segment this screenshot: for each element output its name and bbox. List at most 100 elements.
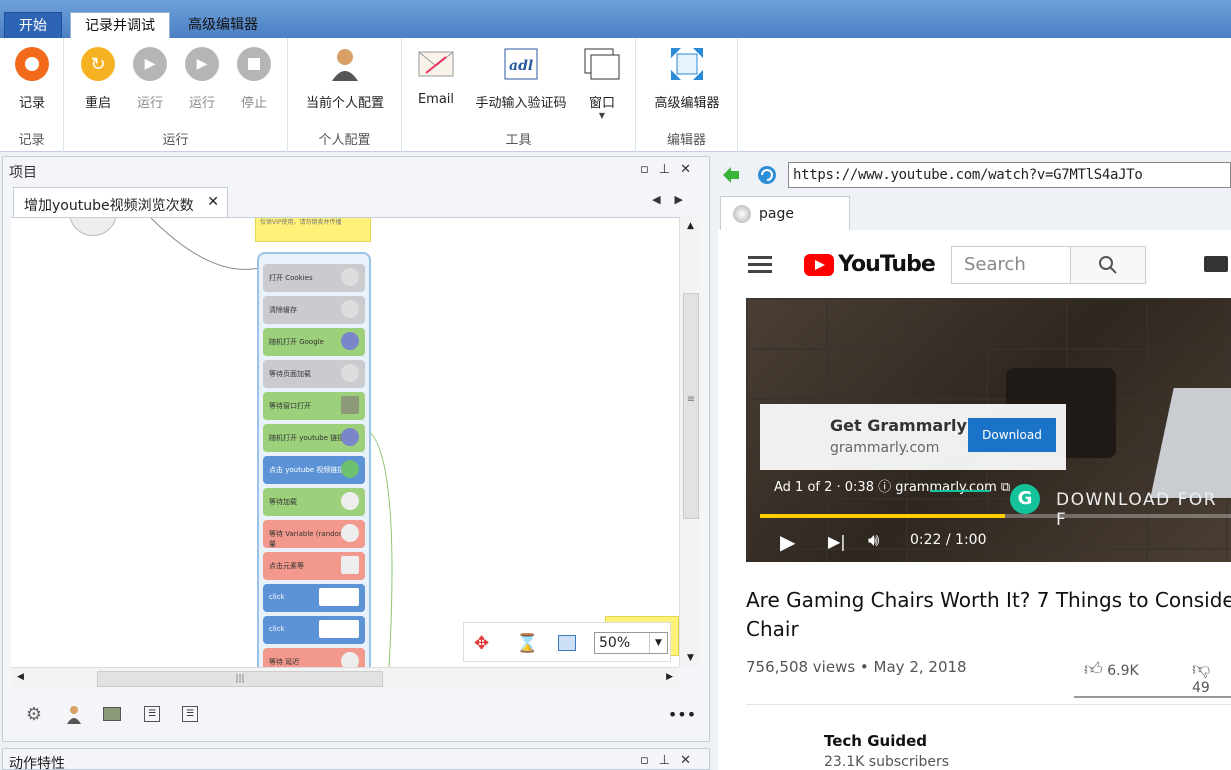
prop-pane-controls: ▫⊥✕ — [640, 753, 701, 768]
list-numbered-icon[interactable]: ☰ — [179, 703, 201, 725]
doc-tab-label: 增加youtube视频浏览次数 — [24, 198, 194, 214]
keyboard-icon — [341, 556, 359, 574]
run-button[interactable]: ▶ 运行 — [120, 46, 180, 111]
ad-info[interactable]: Ad 1 of 2 · 0:38 ⓘ grammarly.com ⧉ — [774, 476, 1010, 495]
action-node[interactable]: click — [263, 616, 365, 644]
tab-next-icon[interactable]: ▶ — [675, 193, 697, 206]
clock-icon — [341, 524, 359, 542]
sticky-note[interactable]: 仅供VIP使用，请勿倒卖并传播 — [255, 218, 371, 242]
tab-record-debug[interactable]: 记录并调试 — [70, 12, 170, 38]
current-profile-button[interactable]: 当前个人配置 — [295, 46, 395, 111]
search-button[interactable] — [1070, 246, 1146, 284]
project-pane-title: 项目 — [9, 165, 37, 181]
user-icon — [327, 46, 363, 82]
email-button[interactable]: Email — [406, 46, 466, 107]
settings-gear-icon[interactable]: ⚙ — [23, 703, 45, 725]
ad-title: Get Grammarly — [830, 416, 967, 435]
create-video-icon[interactable] — [1204, 256, 1228, 272]
action-node[interactable]: 等待 Variable (random) 变量 — [263, 520, 365, 548]
stop-button[interactable]: 停止 — [224, 46, 284, 111]
dice-icon — [341, 492, 359, 510]
ad-download-button[interactable]: Download — [968, 418, 1056, 452]
run-label: 运行 — [136, 96, 163, 111]
play-icon[interactable]: ▶ — [780, 530, 795, 554]
list-icon[interactable]: ☰ — [141, 703, 163, 725]
window-icon — [584, 46, 620, 82]
video-title: Are Gaming Chairs Worth It? 7 Things to … — [746, 588, 1231, 641]
scroll-up-icon[interactable]: ▲ — [680, 221, 701, 231]
action-node[interactable]: 打开 Cookies — [263, 264, 365, 292]
workflow-canvas[interactable]: 仅供VIP使用，请勿倒卖并传播 打开 Cookies 清除缓存 随机打开 Goo… — [11, 217, 679, 667]
dislike-count: 49 — [1192, 680, 1210, 696]
ad-overlay[interactable]: Get Grammarly grammarly.com Download — [760, 404, 1066, 470]
back-arrow-icon[interactable] — [722, 166, 740, 184]
group-editor: 高级编辑器 编辑器 — [636, 38, 738, 152]
pin-icon[interactable]: ⊥ — [659, 162, 680, 177]
close-icon[interactable]: ✕ — [680, 753, 701, 768]
group-tools: Email adl 手动输入验证码 窗口 ▼ 工具 — [402, 38, 636, 152]
next-icon[interactable]: ▶| — [828, 532, 846, 551]
pin-icon[interactable]: ⊥ — [659, 753, 680, 768]
action-node[interactable]: 随机打开 youtube 链接 — [263, 424, 365, 452]
like-button[interactable]: 👍︎ 6.9K — [1084, 658, 1139, 680]
record-icon — [14, 46, 50, 82]
youtube-logo[interactable]: YouTube — [804, 252, 936, 277]
record-button[interactable]: 记录 — [2, 46, 62, 111]
close-icon[interactable]: ✕ — [680, 162, 701, 177]
more-icon[interactable]: ••• — [668, 703, 696, 725]
zoom-select[interactable]: 50% ▼ — [594, 632, 668, 654]
horizontal-scrollbar[interactable]: ◀ ||| ▶ — [11, 667, 679, 689]
action-node[interactable]: 随机打开 Google — [263, 328, 365, 356]
scroll-left-icon[interactable]: ◀ — [17, 672, 24, 682]
gear-icon — [341, 300, 359, 318]
video-player[interactable]: Get Grammarly grammarly.com Download Ad … — [746, 298, 1231, 562]
volume-icon[interactable]: 🔊︎ — [868, 530, 879, 551]
page-tab[interactable]: page — [720, 196, 850, 230]
close-tab-icon[interactable]: ✕ — [207, 194, 219, 210]
expand-icon — [669, 46, 705, 82]
action-node[interactable]: 等待 延迟 — [263, 648, 365, 667]
fit-window-icon[interactable] — [558, 635, 576, 651]
search-input[interactable]: Search — [951, 246, 1071, 284]
scroll-right-icon[interactable]: ▶ — [666, 672, 673, 682]
ribbon-tabbar: 开始 记录并调试 高级编辑器 — [0, 0, 1231, 38]
dislike-button[interactable]: 👎︎ 49 — [1192, 658, 1231, 696]
captcha-button[interactable]: adl 手动输入验证码 — [466, 46, 576, 111]
action-node[interactable]: 点击 youtube 视频链接 — [263, 456, 365, 484]
action-node[interactable]: 等待窗口打开 — [263, 392, 365, 420]
action-node[interactable]: 等待加载 — [263, 488, 365, 516]
vertical-scrollbar[interactable]: ▲ ≡ ▼ — [679, 217, 701, 667]
tab-start[interactable]: 开始 — [4, 12, 62, 38]
doc-tab-project[interactable]: 增加youtube视频浏览次数 ✕ — [13, 187, 228, 217]
action-node[interactable]: click — [263, 584, 365, 612]
horizontal-scroll-thumb[interactable]: ||| — [97, 671, 383, 687]
action-node[interactable]: 等待页面加载 — [263, 360, 365, 388]
chevron-down-icon[interactable]: ▼ — [649, 633, 667, 653]
channel-name[interactable]: Tech Guided — [824, 732, 927, 750]
refresh-icon[interactable] — [756, 164, 778, 186]
image-icon[interactable] — [101, 703, 123, 725]
screenshot-icon — [319, 620, 359, 638]
page-tab-label: page — [759, 206, 794, 222]
tab-advanced-editor[interactable]: 高级编辑器 — [174, 12, 272, 38]
action-node[interactable]: 清除缓存 — [263, 296, 365, 324]
hourglass-icon[interactable]: ⌛ — [516, 633, 538, 654]
current-profile-label: 当前个人配置 — [305, 96, 384, 111]
restart-button[interactable]: ↻ 重启 — [68, 46, 128, 111]
move-icon[interactable]: ✥ — [474, 633, 489, 654]
video-progress-bar[interactable] — [760, 514, 1231, 518]
profile-user-icon[interactable] — [63, 703, 85, 725]
action-node[interactable]: 点击元素等 — [263, 552, 365, 580]
float-icon[interactable]: ▫ — [640, 162, 659, 177]
advanced-editor-button[interactable]: 高级编辑器 — [642, 46, 732, 111]
run-step-button[interactable]: ▶ 运行 — [172, 46, 232, 111]
menu-icon[interactable] — [748, 256, 772, 274]
scroll-down-icon[interactable]: ▼ — [680, 653, 701, 663]
url-input[interactable]: https://www.youtube.com/watch?v=G7MTlS4a… — [788, 162, 1231, 188]
action-properties-pane: 动作特性 ▫⊥✕ — [2, 748, 710, 770]
vertical-scroll-thumb[interactable]: ≡ — [683, 293, 699, 519]
window-button[interactable]: 窗口 ▼ — [572, 46, 632, 120]
youtube-header: YouTube Search — [718, 230, 1231, 298]
float-icon[interactable]: ▫ — [640, 753, 659, 768]
tab-prev-icon[interactable]: ◀ — [652, 193, 674, 206]
